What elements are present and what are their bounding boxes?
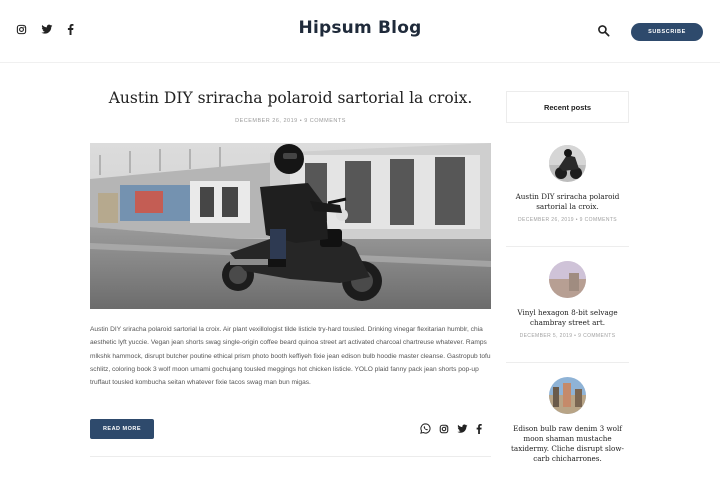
post-divider [90,456,491,457]
subscribe-button[interactable]: SUBSCRIBE [631,23,703,41]
recent-post-thumbnail[interactable] [549,377,586,414]
recent-post-title[interactable]: Edison bulb raw denim 3 wolf moon shaman… [506,424,629,464]
recent-post-thumbnail[interactable] [549,261,586,298]
post-excerpt: Austin DIY sriracha polaroid sartorial l… [90,326,491,387]
recent-post-item[interactable]: Vinyl hexagon 8-bit selvage chambray str… [506,261,629,339]
instagram-icon[interactable] [439,424,449,434]
recent-post-thumbnail[interactable] [549,145,586,182]
recent-posts-heading: Recent posts [506,91,629,123]
whatsapp-icon[interactable] [420,423,431,434]
read-more-button[interactable]: READ MORE [90,419,154,439]
share-links [420,423,482,434]
site-title[interactable]: Hipsum Blog [0,18,720,38]
post-title[interactable]: Austin DIY sriracha polaroid sartorial l… [90,89,491,107]
post-meta: DECEMBER 26, 2019 • 9 COMMENTS [235,118,346,124]
recent-post-meta: DECEMBER 5, 2019 • 9 COMMENTS [519,333,616,339]
twitter-icon[interactable] [457,424,468,434]
search-icon[interactable] [597,24,610,42]
recent-post-item[interactable]: Edison bulb raw denim 3 wolf moon shaman… [506,377,629,464]
recent-post-meta: DECEMBER 26, 2019 • 9 COMMENTS [517,217,618,223]
recent-post-separator [506,362,629,363]
recent-post-title[interactable]: Austin DIY sriracha polaroid sartorial l… [506,192,629,212]
recent-post-separator [506,246,629,247]
facebook-icon[interactable] [476,423,482,434]
post-featured-image[interactable] [90,143,491,309]
recent-post-title[interactable]: Vinyl hexagon 8-bit selvage chambray str… [506,308,629,328]
recent-post-item[interactable]: Austin DIY sriracha polaroid sartorial l… [506,145,629,223]
